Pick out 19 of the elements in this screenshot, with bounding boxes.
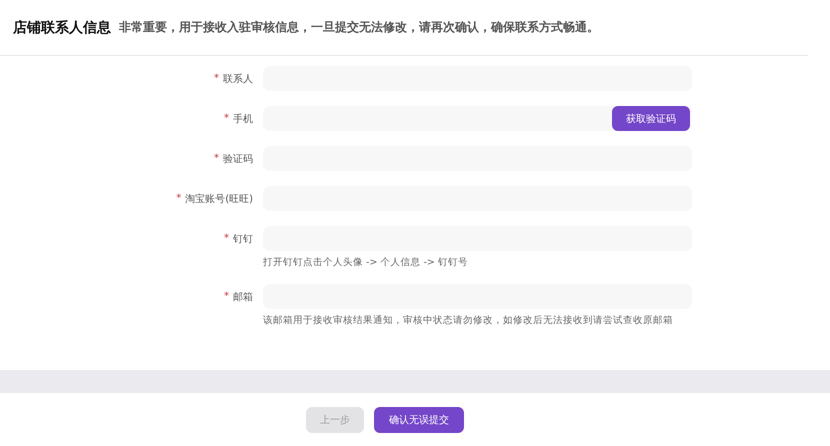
field-label: 淘宝账号(旺旺) (185, 192, 253, 206)
field-label: 联系人 (223, 72, 253, 86)
required-mark: * (176, 193, 182, 204)
required-mark: * (224, 233, 229, 244)
required-mark: * (214, 73, 219, 84)
required-mark: * (224, 113, 229, 124)
input-field[interactable]: 获取验证码 (263, 106, 692, 131)
required-mark: * (224, 291, 229, 302)
section-subtitle: 非常重要，用于接收入驻审核信息，一旦提交无法修改，请再次确认，确保联系方式畅通。 (119, 19, 599, 36)
required-mark: * (214, 153, 219, 164)
field-hint: 该邮箱用于接收审核结果通知，审核中状态请勿修改，如修改后无法接收到请尝试查收原邮箱 (263, 314, 674, 327)
field-label: 验证码 (223, 152, 253, 166)
field-label: 邮箱 (233, 290, 253, 304)
field-hint: 打开钉钉点击个人头像 -> 个人信息 -> 钉钉号 (263, 256, 469, 269)
section-title: 店铺联系人信息 (13, 18, 111, 36)
get-code-button[interactable]: 获取验证码 (612, 106, 690, 131)
field-label: 钉钉 (233, 232, 253, 246)
submit-button[interactable]: 确认无误提交 (374, 406, 464, 432)
field-label: 手机 (233, 112, 253, 126)
